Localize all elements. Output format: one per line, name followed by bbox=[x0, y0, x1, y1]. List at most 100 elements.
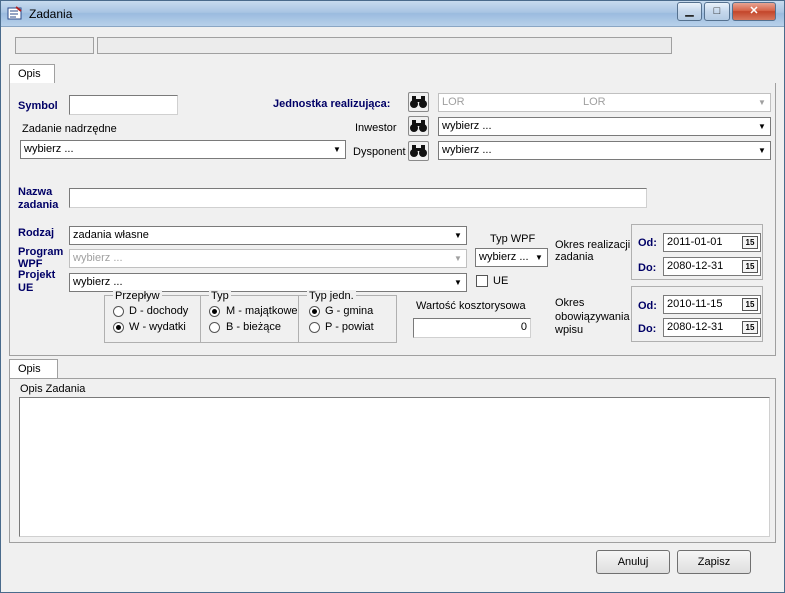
combo-value: wybierz ... bbox=[479, 251, 529, 263]
jednostka-combo[interactable]: LOR LOR ▼ bbox=[438, 93, 771, 112]
jednostka-code: LOR bbox=[442, 96, 465, 108]
save-button[interactable]: Zapisz bbox=[677, 550, 751, 574]
rodzaj-label: Rodzaj bbox=[18, 227, 55, 239]
symbol-input[interactable] bbox=[69, 95, 178, 115]
date-value: 2080-12-31 bbox=[667, 260, 724, 272]
radio-wydatki[interactable] bbox=[113, 322, 124, 333]
okres-obowiazywania-label-3: wpisu bbox=[555, 324, 584, 336]
okres-realizacji-group: Od: 2011-01-01 15 Do: 2080-12-31 15 bbox=[631, 224, 763, 280]
opis-panel: Opis Zadania bbox=[9, 378, 776, 543]
window: Zadania ▁ □ ✕ Opis Symbol Jednostka real… bbox=[0, 0, 785, 593]
dropdown-arrow-icon: ▼ bbox=[450, 275, 465, 290]
ue-checkbox[interactable] bbox=[476, 275, 488, 287]
radio-dochody-label: D - dochody bbox=[129, 305, 189, 317]
typ-jedn-title: Typ jedn. bbox=[307, 290, 356, 302]
zadanie-nadrzedne-label: Zadanie nadrzędne bbox=[22, 123, 117, 135]
do-label: Do: bbox=[638, 262, 657, 274]
okres-obowiazywania-label-1: Okres bbox=[555, 297, 585, 309]
nazwa-label-1: Nazwa bbox=[18, 186, 53, 198]
dysponent-combo[interactable]: wybierz ... ▼ bbox=[438, 141, 771, 160]
realizacji-od-date[interactable]: 2011-01-01 15 bbox=[663, 233, 761, 252]
nazwa-input[interactable] bbox=[69, 188, 647, 208]
okres-realizacji-label-1: Okres realizacji bbox=[555, 239, 631, 251]
dropdown-arrow-icon: ▼ bbox=[450, 228, 465, 243]
combo-value: wybierz ... bbox=[24, 143, 74, 155]
dysponent-label: Dysponent bbox=[353, 146, 406, 158]
realizacji-do-date[interactable]: 2080-12-31 15 bbox=[663, 257, 761, 276]
inwestor-combo[interactable]: wybierz ... ▼ bbox=[438, 117, 771, 136]
radio-biezace-label: B - bieżące bbox=[226, 321, 282, 333]
combo-value: wybierz ... bbox=[73, 252, 123, 264]
maximize-button[interactable]: □ bbox=[704, 2, 730, 21]
projekt-label-1: Projekt bbox=[18, 269, 56, 281]
calendar-icon[interactable]: 15 bbox=[742, 236, 758, 249]
radio-dochody[interactable] bbox=[113, 306, 124, 317]
main-panel: Symbol Jednostka realizująca: LOR LOR ▼ … bbox=[9, 83, 776, 356]
status-field-left bbox=[15, 37, 94, 54]
projekt-label-2: UE bbox=[18, 282, 34, 294]
dropdown-arrow-icon: ▼ bbox=[754, 119, 769, 134]
title-bar: Zadania ▁ □ ✕ bbox=[1, 1, 784, 27]
typ-title: Typ bbox=[209, 290, 231, 302]
radio-powiat[interactable] bbox=[309, 322, 320, 333]
typ-wpf-label: Typ WPF bbox=[490, 233, 536, 245]
binoculars-icon[interactable] bbox=[408, 116, 429, 136]
okres-obowiazywania-group: Od: 2010-11-15 15 Do: 2080-12-31 15 bbox=[631, 286, 763, 342]
minimize-button[interactable]: ▁ bbox=[677, 2, 702, 21]
opis-zadania-textarea[interactable] bbox=[19, 397, 770, 537]
obowiazywania-do-date[interactable]: 2080-12-31 15 bbox=[663, 318, 761, 337]
radio-powiat-label: P - powiat bbox=[325, 321, 374, 333]
typ-wpf-combo[interactable]: wybierz ... ▼ bbox=[475, 248, 548, 267]
nazwa-label-2: zadania bbox=[18, 199, 59, 211]
binoculars-icon[interactable] bbox=[408, 92, 429, 112]
tab-label: Opis bbox=[18, 363, 41, 375]
dropdown-arrow-icon: ▼ bbox=[329, 142, 344, 157]
wartosc-input[interactable]: 0 bbox=[413, 318, 531, 338]
do-label: Do: bbox=[638, 323, 657, 335]
od-label: Od: bbox=[638, 300, 657, 312]
combo-value: wybierz ... bbox=[442, 144, 492, 156]
typ-group: Typ M - majątkowe B - bieżące bbox=[200, 290, 299, 343]
calendar-icon[interactable]: 15 bbox=[742, 260, 758, 273]
window-title: Zadania bbox=[29, 7, 73, 21]
rodzaj-combo[interactable]: zadania własne ▼ bbox=[69, 226, 467, 245]
tab-opis-top[interactable]: Opis bbox=[9, 64, 55, 84]
radio-wydatki-label: W - wydatki bbox=[129, 321, 186, 333]
combo-value: zadania własne bbox=[73, 229, 149, 241]
radio-majatkowe[interactable] bbox=[209, 306, 220, 317]
date-value: 2080-12-31 bbox=[667, 321, 724, 333]
okres-obowiazywania-label-2: obowiązywania bbox=[555, 311, 630, 323]
przeplyw-group: Przepływ D - dochody W - wydatki bbox=[104, 290, 201, 343]
tab-opis-bottom[interactable]: Opis bbox=[9, 359, 58, 379]
dropdown-arrow-icon: ▼ bbox=[754, 95, 769, 110]
radio-gmina-label: G - gmina bbox=[325, 305, 374, 317]
combo-value: wybierz ... bbox=[442, 120, 492, 132]
symbol-label: Symbol bbox=[18, 100, 58, 112]
od-label: Od: bbox=[638, 237, 657, 249]
binoculars-icon[interactable] bbox=[408, 141, 429, 161]
dropdown-arrow-icon: ▼ bbox=[754, 143, 769, 158]
dropdown-arrow-icon: ▼ bbox=[450, 251, 465, 266]
wartosc-label: Wartość kosztorysowa bbox=[416, 300, 526, 312]
program-label-1: Program bbox=[18, 246, 64, 258]
obowiazywania-od-date[interactable]: 2010-11-15 15 bbox=[663, 295, 761, 314]
zadanie-nadrzedne-combo[interactable]: wybierz ... ▼ bbox=[20, 140, 346, 159]
radio-majatkowe-label: M - majątkowe bbox=[226, 305, 298, 317]
dropdown-arrow-icon: ▼ bbox=[531, 250, 546, 265]
opis-zadania-label: Opis Zadania bbox=[20, 383, 86, 395]
combo-value: wybierz ... bbox=[73, 276, 123, 288]
radio-gmina[interactable] bbox=[309, 306, 320, 317]
date-value: 2010-11-15 bbox=[667, 298, 723, 310]
radio-biezace[interactable] bbox=[209, 322, 220, 333]
inwestor-label: Inwestor bbox=[355, 122, 397, 134]
close-button[interactable]: ✕ bbox=[732, 2, 776, 21]
okres-realizacji-label-2: zadania bbox=[555, 251, 594, 263]
status-field-right bbox=[97, 37, 672, 54]
typ-jedn-group: Typ jedn. G - gmina P - powiat bbox=[298, 290, 397, 343]
calendar-icon[interactable]: 15 bbox=[742, 298, 758, 311]
date-value: 2011-01-01 bbox=[667, 236, 723, 248]
przeplyw-title: Przepływ bbox=[113, 290, 162, 302]
cancel-button[interactable]: Anuluj bbox=[596, 550, 670, 574]
program-wpf-combo[interactable]: wybierz ... ▼ bbox=[69, 249, 467, 268]
calendar-icon[interactable]: 15 bbox=[742, 321, 758, 334]
